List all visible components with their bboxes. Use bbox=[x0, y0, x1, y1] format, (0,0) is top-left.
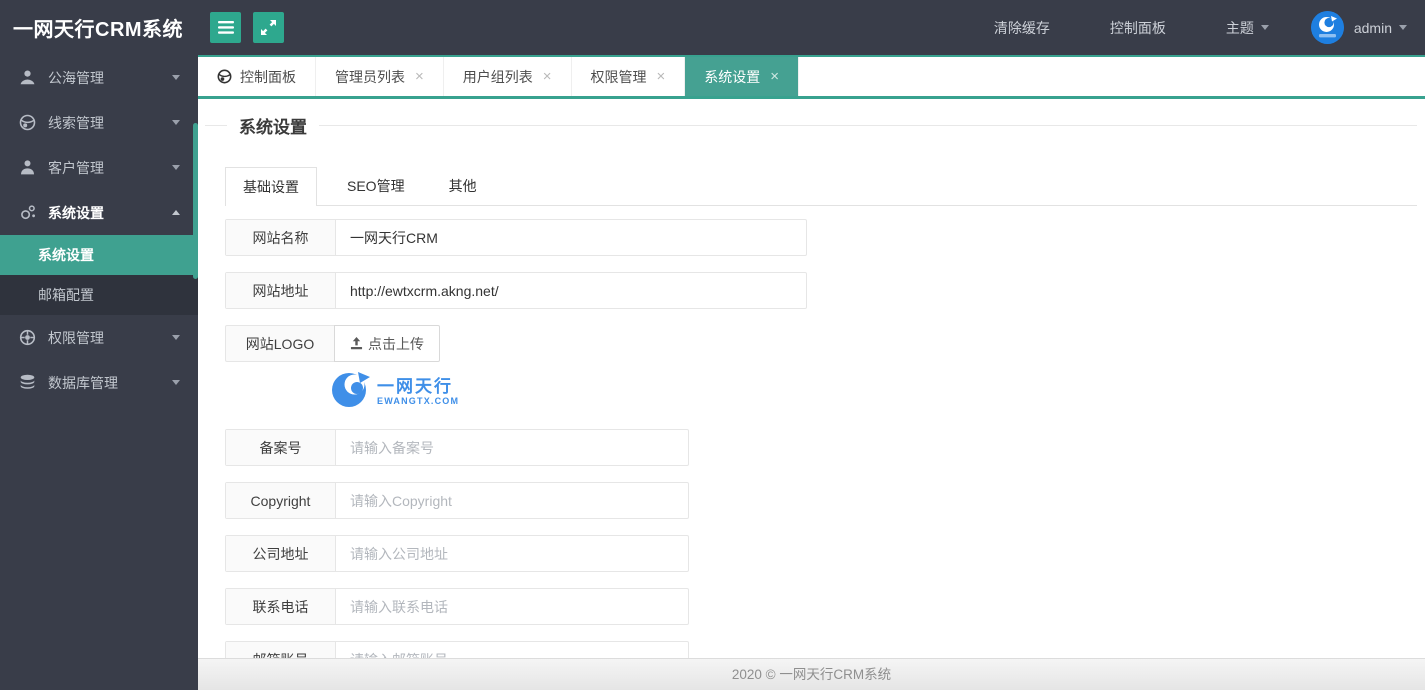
sidebar-item-permissions[interactable]: 权限管理 bbox=[0, 315, 198, 360]
chevron-up-icon bbox=[172, 210, 180, 215]
top-header: 一网天行CRM系统 清除缓存 控制面板 主题 admin bbox=[0, 0, 1425, 55]
company-address-input[interactable] bbox=[336, 536, 688, 571]
footer-text: 2020 © 一网天行CRM系统 bbox=[731, 667, 892, 682]
sidebar-item-public-sea[interactable]: 公海管理 bbox=[0, 55, 198, 100]
sidebar-item-label: 公海管理 bbox=[48, 69, 104, 86]
close-icon[interactable]: × bbox=[415, 69, 424, 84]
field-label: Copyright bbox=[226, 483, 336, 518]
wheel-icon bbox=[18, 329, 36, 346]
database-icon bbox=[18, 374, 36, 391]
main-area: 控制面板 管理员列表 × 用户组列表 × 权限管理 × 系统设置 × 系统设置 … bbox=[198, 55, 1425, 690]
user-dropdown[interactable]: admin bbox=[1354, 20, 1407, 36]
tab-user-group-list[interactable]: 用户组列表 × bbox=[444, 57, 572, 96]
logo-name: 一网天行 bbox=[377, 376, 453, 396]
tab-permissions[interactable]: 权限管理 × bbox=[572, 57, 686, 96]
avatar[interactable] bbox=[1310, 11, 1344, 44]
sidebar-item-label: 权限管理 bbox=[48, 329, 104, 346]
form-row-icp: 备案号 bbox=[225, 429, 689, 466]
form-row-site-url: 网站地址 bbox=[225, 272, 807, 309]
chevron-down-icon bbox=[1260, 25, 1269, 30]
sidebar-item-customers[interactable]: 客户管理 bbox=[0, 145, 198, 190]
chevron-down-icon bbox=[1399, 25, 1407, 30]
site-name-input[interactable] bbox=[336, 220, 806, 255]
sidebar-item-database[interactable]: 数据库管理 bbox=[0, 360, 198, 405]
fullscreen-icon bbox=[261, 20, 276, 35]
tab-system-settings[interactable]: 系统设置 × bbox=[685, 57, 800, 96]
sidebar-subitem-mail-config[interactable]: 邮箱配置 bbox=[0, 275, 198, 315]
footer: 2020 © 一网天行CRM系统 bbox=[198, 658, 1425, 690]
open-tabs-bar: 控制面板 管理员列表 × 用户组列表 × 权限管理 × 系统设置 × bbox=[198, 55, 1425, 99]
chevron-down-icon bbox=[172, 380, 180, 385]
logo-text: 一网天行 EWANGTX.COM bbox=[377, 377, 459, 407]
icp-input[interactable] bbox=[336, 430, 688, 465]
sidebar: 公海管理 线索管理 客户管理 系统设置 系统设置 邮箱配置 权限管理 数据库管理 bbox=[0, 55, 198, 690]
site-logo-image: 一网天行 EWANGTX.COM bbox=[330, 369, 1417, 414]
form-row-contact-phone: 联系电话 bbox=[225, 588, 689, 625]
site-url-input[interactable] bbox=[336, 273, 806, 308]
copyright-input[interactable] bbox=[336, 483, 688, 518]
chevron-down-icon bbox=[172, 335, 180, 340]
tab-basic-settings[interactable]: 基础设置 bbox=[225, 167, 317, 206]
sidebar-scrollbar-thumb[interactable] bbox=[193, 123, 198, 279]
chevron-down-icon bbox=[172, 75, 180, 80]
hamburger-icon bbox=[217, 21, 234, 34]
page-title-block: 系统设置 bbox=[205, 113, 1417, 138]
form-row-company-address: 公司地址 bbox=[225, 535, 689, 572]
sidebar-item-system-settings[interactable]: 系统设置 bbox=[0, 190, 198, 235]
sidebar-item-label: 客户管理 bbox=[48, 159, 104, 176]
chevron-down-icon bbox=[172, 120, 180, 125]
tab-other[interactable]: 其他 bbox=[433, 167, 493, 206]
chevron-down-icon bbox=[172, 165, 180, 170]
form-row-copyright: Copyright bbox=[225, 482, 689, 519]
close-icon[interactable]: × bbox=[770, 69, 779, 84]
globe-icon bbox=[217, 69, 232, 84]
upload-icon bbox=[350, 337, 363, 350]
crm-app: 一网天行CRM系统 清除缓存 控制面板 主题 admin 公海管理 线索管理 客… bbox=[0, 0, 1425, 690]
gear-icon bbox=[18, 204, 36, 221]
field-label: 联系电话 bbox=[226, 589, 336, 624]
header-actions: 清除缓存 控制面板 主题 admin bbox=[994, 0, 1425, 55]
sidebar-toggle-button[interactable] bbox=[210, 12, 241, 43]
logo-domain: EWANGTX.COM bbox=[377, 396, 460, 407]
form-row-site-name: 网站名称 bbox=[225, 219, 807, 256]
person-icon bbox=[18, 159, 36, 176]
tab-seo[interactable]: SEO管理 bbox=[331, 167, 421, 206]
sidebar-subitem-system-settings[interactable]: 系统设置 bbox=[0, 235, 198, 275]
page-content: 系统设置 基础设置 SEO管理 其他 网站名称 网站地址 网 bbox=[198, 99, 1425, 690]
upload-button[interactable]: 点击上传 bbox=[334, 325, 440, 362]
sidebar-item-label: 数据库管理 bbox=[48, 374, 118, 391]
field-label: 公司地址 bbox=[226, 536, 336, 571]
form-row-site-logo: 网站LOGO 点击上传 bbox=[225, 325, 1417, 362]
page-title: 系统设置 bbox=[239, 118, 307, 137]
clear-cache-link[interactable]: 清除缓存 bbox=[994, 18, 1050, 38]
app-title: 一网天行CRM系统 bbox=[13, 19, 184, 41]
settings-tabs: 基础设置 SEO管理 其他 bbox=[225, 167, 1417, 206]
globe-icon bbox=[18, 114, 36, 131]
divider bbox=[319, 125, 1417, 126]
tab-dashboard[interactable]: 控制面板 bbox=[198, 57, 316, 96]
control-panel-link[interactable]: 控制面板 bbox=[1110, 18, 1166, 38]
sidebar-item-label: 线索管理 bbox=[48, 114, 104, 131]
tab-admin-list[interactable]: 管理员列表 × bbox=[316, 57, 444, 96]
user-icon bbox=[18, 69, 36, 86]
field-label: 网站名称 bbox=[226, 220, 336, 255]
field-label: 备案号 bbox=[226, 430, 336, 465]
theme-dropdown[interactable]: 主题 bbox=[1226, 18, 1269, 38]
close-icon[interactable]: × bbox=[543, 69, 552, 84]
sidebar-item-label: 系统设置 bbox=[48, 204, 104, 221]
field-label: 网站地址 bbox=[226, 273, 336, 308]
divider bbox=[205, 125, 227, 126]
ewangtx-logo-icon bbox=[330, 369, 370, 414]
basic-settings-form: 网站名称 网站地址 网站LOGO bbox=[225, 219, 1417, 678]
fullscreen-button[interactable] bbox=[253, 12, 284, 43]
field-label: 网站LOGO bbox=[225, 325, 335, 362]
sidebar-item-leads[interactable]: 线索管理 bbox=[0, 100, 198, 145]
contact-phone-input[interactable] bbox=[336, 589, 688, 624]
close-icon[interactable]: × bbox=[657, 69, 666, 84]
